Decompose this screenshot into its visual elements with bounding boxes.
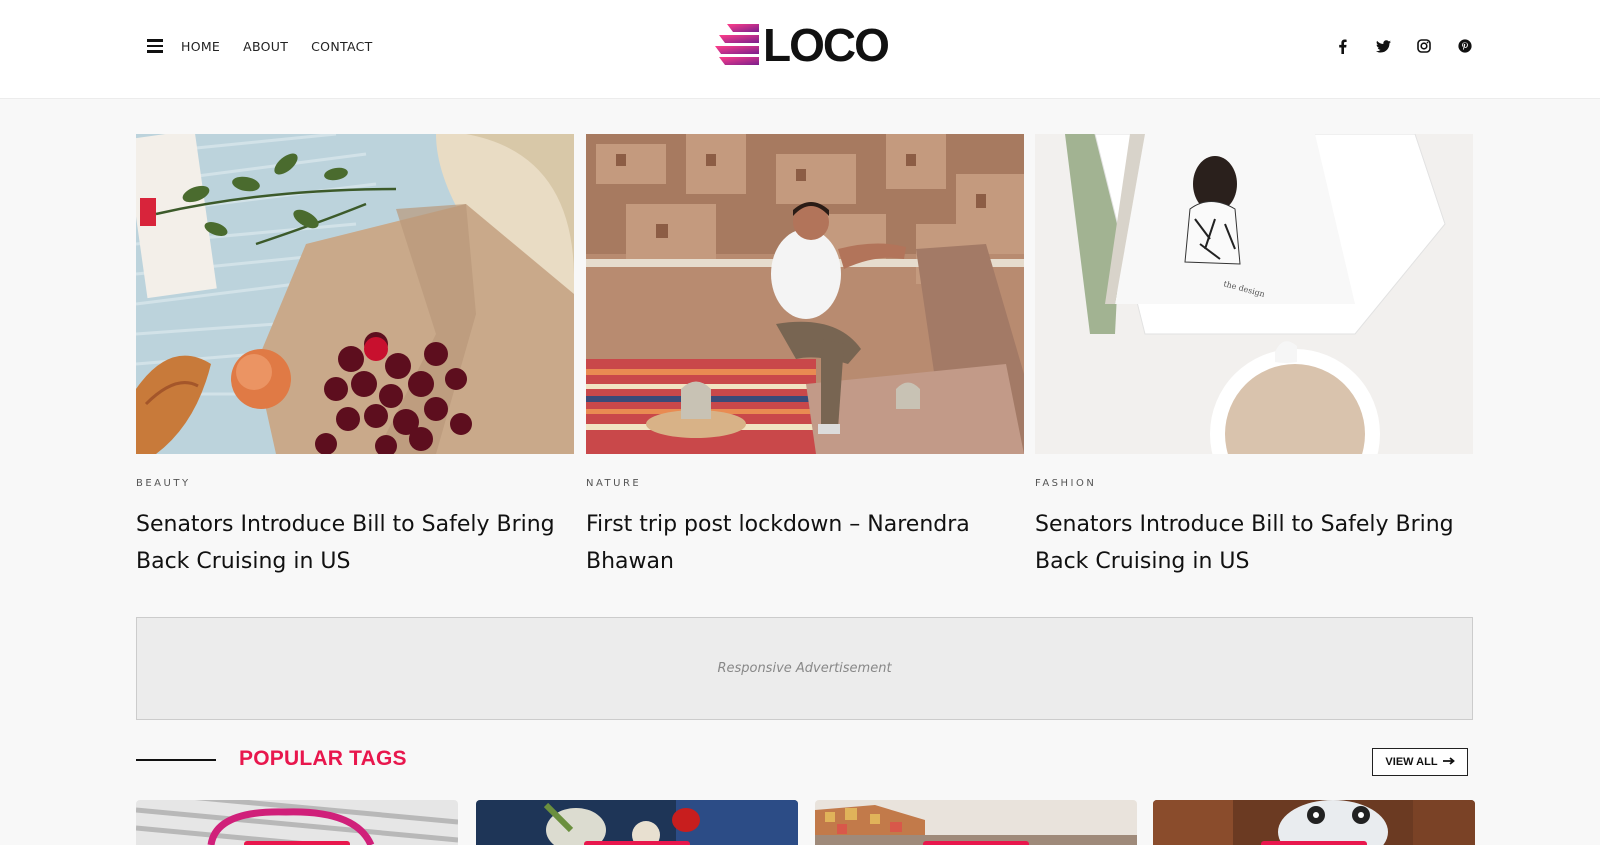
site-logo[interactable]: LOCO (713, 19, 890, 71)
tag-badge[interactable] (1261, 841, 1367, 845)
robot-toy-photo[interactable] (1153, 800, 1475, 845)
category-label[interactable]: BEAUTY (136, 478, 574, 489)
tag-badge[interactable] (584, 841, 690, 845)
coastal-town-photo[interactable] (815, 800, 1137, 845)
social-links (1332, 36, 1475, 56)
menu-icon[interactable] (147, 39, 163, 53)
post-title[interactable]: Senators Introduce Bill to Safely Bring … (136, 506, 574, 580)
post-title[interactable]: Senators Introduce Bill to Safely Bring … (1035, 506, 1473, 580)
category-label[interactable]: FASHION (1035, 478, 1473, 489)
cherries-picnic-photo[interactable] (136, 134, 574, 454)
arrow-right-icon (1442, 756, 1455, 768)
handbag-photo[interactable] (136, 800, 458, 845)
tag-badge[interactable] (244, 841, 350, 845)
post-title[interactable]: First trip post lockdown – Narendra Bhaw… (586, 506, 1024, 580)
featured-card[interactable]: NATURE First trip post lockdown – Narend… (586, 134, 1024, 580)
section-title: POPULAR TAGS (239, 747, 407, 770)
nav-about[interactable]: ABOUT (243, 39, 288, 54)
ad-label: Responsive Advertisement (717, 661, 892, 676)
advertisement-slot[interactable]: Responsive Advertisement (136, 617, 1473, 720)
tag-badge[interactable] (923, 841, 1029, 845)
twitter-icon[interactable] (1373, 36, 1393, 56)
logo-mark-icon (713, 22, 763, 68)
main-nav: HOME ABOUT CONTACT (181, 39, 373, 54)
vegetables-photo[interactable] (476, 800, 798, 845)
facebook-icon[interactable] (1332, 36, 1352, 56)
site-header: HOME ABOUT CONTACT LOCO (0, 0, 1600, 99)
nav-contact[interactable]: CONTACT (311, 39, 372, 54)
view-all-button[interactable]: VIEW ALL (1372, 748, 1468, 776)
featured-card[interactable]: the design FASHION Senators Introduce Bi… (1035, 134, 1473, 580)
section-divider (136, 759, 216, 761)
nav-home[interactable]: HOME (181, 39, 220, 54)
category-label[interactable]: NATURE (586, 478, 1024, 489)
magazine-coffee-photo[interactable]: the design (1035, 134, 1473, 454)
featured-card[interactable]: BEAUTY Senators Introduce Bill to Safely… (136, 134, 574, 580)
view-all-label: VIEW ALL (1385, 756, 1438, 768)
pinterest-icon[interactable] (1455, 36, 1475, 56)
logo-text: LOCO (763, 19, 890, 71)
man-on-rooftop-photo[interactable] (586, 134, 1024, 454)
instagram-icon[interactable] (1414, 36, 1434, 56)
